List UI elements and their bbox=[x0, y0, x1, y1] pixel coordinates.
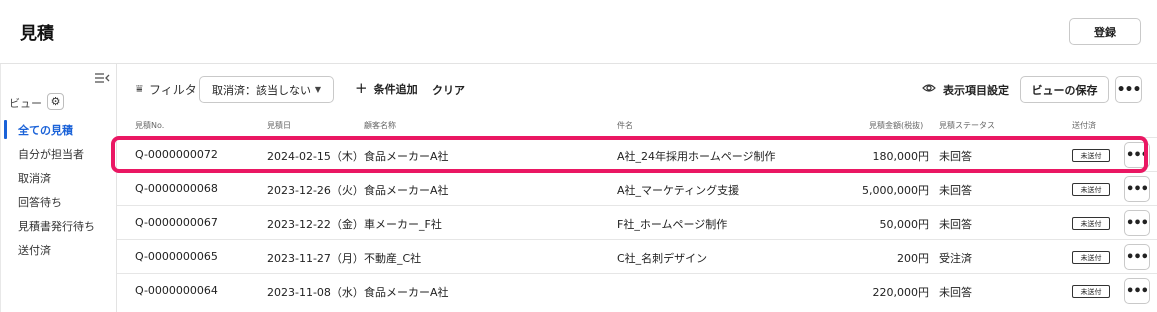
more-icon: ••• bbox=[1126, 181, 1149, 197]
sidebar-item-my-quotes[interactable]: 自分が担当者 bbox=[18, 146, 84, 162]
more-icon: ••• bbox=[1126, 249, 1149, 265]
quote-date: 2023-12-22（金） bbox=[267, 218, 364, 231]
view-label: ビュー bbox=[9, 97, 42, 110]
column-settings-button[interactable]: 表示項目設定 bbox=[943, 82, 1009, 98]
more-icon: ••• bbox=[1126, 147, 1149, 163]
sent-status-badge: 未送付 bbox=[1072, 285, 1110, 298]
save-view-button[interactable]: ビューの保存 bbox=[1020, 76, 1109, 103]
eye-icon bbox=[922, 84, 936, 92]
customer-name: 食品メーカーA社 bbox=[364, 150, 449, 163]
add-condition-button[interactable]: + 条件追加 bbox=[355, 79, 418, 97]
column-header-status[interactable]: 見積ステータス bbox=[939, 120, 995, 131]
sidebar: ビュー ⚙ 全ての見積 自分が担当者 取消済 回答待ち 見積書発行待ち 送付済 bbox=[0, 64, 117, 312]
filter-label: フィルタ bbox=[149, 83, 197, 97]
amount: 200円 bbox=[897, 252, 929, 265]
quote-no: Q-0000000072 bbox=[135, 148, 218, 161]
table-row[interactable]: Q-0000000067 2023-12-22（金） 車メーカー_F社 F社_ホ… bbox=[117, 205, 1157, 239]
column-header-customer[interactable]: 顧客名称 bbox=[364, 120, 396, 131]
sidebar-item-awaiting-issue[interactable]: 見積書発行待ち bbox=[18, 218, 95, 234]
sent-status-badge: 未送付 bbox=[1072, 217, 1110, 230]
filter-select-value: 取消済：該当しない bbox=[212, 83, 311, 97]
row-more-button[interactable]: ••• bbox=[1124, 142, 1150, 168]
sidebar-item-cancelled[interactable]: 取消済 bbox=[18, 170, 51, 186]
subject: A社_24年採用ホームページ制作 bbox=[617, 150, 776, 163]
quote-no: Q-0000000064 bbox=[135, 284, 218, 297]
table-row[interactable]: Q-0000000065 2023-11-27（月） 不動産_C社 C社_名刺デ… bbox=[117, 239, 1157, 273]
column-header-subject[interactable]: 件名 bbox=[617, 120, 633, 131]
filter-toolbar: ⩸ フィルタ 取消済：該当しない ▼ + 条件追加 クリア 表示項目設定 ビュー… bbox=[117, 64, 1157, 114]
row-more-button[interactable]: ••• bbox=[1124, 244, 1150, 270]
sent-status-badge: 未送付 bbox=[1072, 183, 1110, 196]
quote-date: 2024-02-15（木） bbox=[267, 150, 364, 163]
status: 未回答 bbox=[939, 218, 972, 231]
customer-name: 不動産_C社 bbox=[364, 252, 422, 265]
quote-no: Q-0000000065 bbox=[135, 250, 218, 263]
sidebar-item-awaiting-reply[interactable]: 回答待ち bbox=[18, 194, 62, 210]
sidebar-item-sent[interactable]: 送付済 bbox=[18, 242, 51, 258]
row-more-button[interactable]: ••• bbox=[1124, 210, 1150, 236]
page-header: 見積 登録 bbox=[0, 0, 1157, 64]
clear-button[interactable]: クリア bbox=[432, 82, 465, 98]
amount: 5,000,000円 bbox=[862, 184, 929, 197]
status: 未回答 bbox=[939, 150, 972, 163]
page-title: 見積 bbox=[20, 24, 54, 44]
quote-no: Q-0000000067 bbox=[135, 216, 218, 229]
more-options-button[interactable]: ••• bbox=[1115, 76, 1142, 103]
more-icon: ••• bbox=[1116, 81, 1142, 98]
customer-name: 食品メーカーA社 bbox=[364, 184, 449, 197]
quote-date: 2023-11-08（水） bbox=[267, 286, 364, 299]
customer-name: 食品メーカーA社 bbox=[364, 286, 449, 299]
table-row[interactable]: Q-0000000068 2023-12-26（火） 食品メーカーA社 A社_マ… bbox=[117, 171, 1157, 205]
customer-name: 車メーカー_F社 bbox=[364, 218, 442, 231]
sent-status-badge: 未送付 bbox=[1072, 251, 1110, 264]
column-header-sent[interactable]: 送付済 bbox=[1072, 120, 1096, 131]
column-header-amount[interactable]: 見積金額(税抜) bbox=[869, 120, 923, 131]
row-more-button[interactable]: ••• bbox=[1124, 176, 1150, 202]
sent-status-badge: 未送付 bbox=[1072, 149, 1110, 162]
quote-date: 2023-12-26（火） bbox=[267, 184, 364, 197]
table-row[interactable]: Q-0000000064 2023-11-08（水） 食品メーカーA社 220,… bbox=[117, 273, 1157, 307]
table-row[interactable]: Q-0000000072 2024-02-15（木） 食品メーカーA社 A社_2… bbox=[117, 137, 1157, 171]
quote-no: Q-0000000068 bbox=[135, 182, 218, 195]
status: 未回答 bbox=[939, 184, 972, 197]
gear-icon[interactable]: ⚙ bbox=[47, 93, 64, 110]
column-header-no[interactable]: 見積No. bbox=[135, 120, 164, 131]
subject: F社_ホームページ制作 bbox=[617, 218, 728, 231]
row-more-button[interactable]: ••• bbox=[1124, 278, 1150, 304]
filter-icon: ⩸ bbox=[136, 82, 143, 95]
quotes-table: 見積No. 見積日 顧客名称 件名 見積金額(税抜) 見積ステータス 送付済 Q… bbox=[117, 114, 1157, 312]
more-icon: ••• bbox=[1126, 283, 1149, 299]
amount: 180,000円 bbox=[872, 150, 930, 163]
cancelled-filter-select[interactable]: 取消済：該当しない ▼ bbox=[199, 76, 334, 103]
plus-icon: + bbox=[355, 79, 368, 97]
more-icon: ••• bbox=[1126, 215, 1149, 231]
collapse-sidebar-icon[interactable] bbox=[94, 72, 110, 86]
quote-date: 2023-11-27（月） bbox=[267, 252, 364, 265]
status: 受注済 bbox=[939, 252, 972, 265]
status: 未回答 bbox=[939, 286, 972, 299]
amount: 220,000円 bbox=[872, 286, 930, 299]
amount: 50,000円 bbox=[879, 218, 930, 231]
column-header-date[interactable]: 見積日 bbox=[267, 120, 291, 131]
subject: C社_名刺デザイン bbox=[617, 252, 708, 265]
caret-down-icon: ▼ bbox=[314, 85, 321, 94]
sidebar-item-all-quotes[interactable]: 全ての見積 bbox=[18, 122, 73, 138]
add-condition-label: 条件追加 bbox=[373, 83, 418, 96]
active-view-indicator bbox=[4, 120, 7, 139]
register-button[interactable]: 登録 bbox=[1069, 18, 1141, 45]
subject: A社_マーケティング支援 bbox=[617, 184, 740, 197]
